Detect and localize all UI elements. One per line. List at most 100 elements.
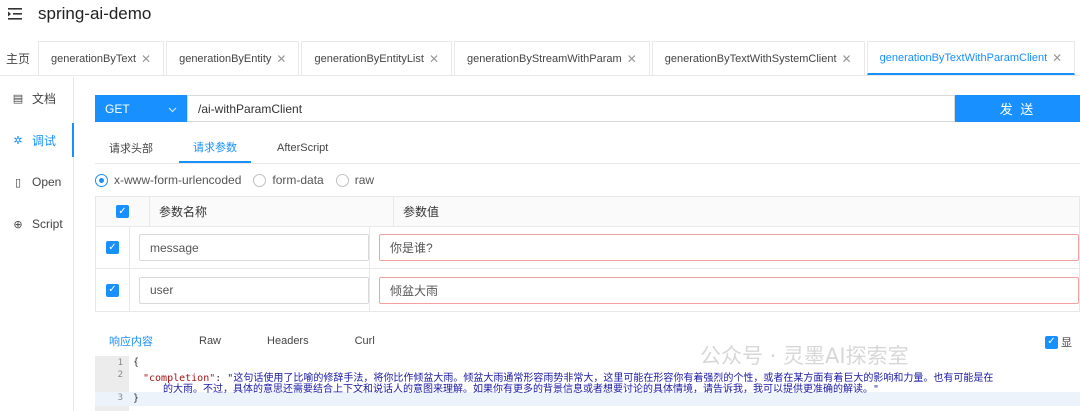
table-row: ✓ message 你是谁? xyxy=(96,227,1079,269)
close-icon[interactable]: ✕ xyxy=(141,52,151,66)
name-cell: user xyxy=(130,269,370,311)
url-input[interactable]: /ai-withParamClient xyxy=(187,95,955,122)
tab-label: 响应内容 xyxy=(109,336,153,348)
close-icon[interactable]: ✕ xyxy=(429,52,439,66)
request-tabs: 请求头部 请求参数 AfterScript xyxy=(95,132,1080,164)
code-line-3: } xyxy=(133,393,140,404)
request-panel: GET /ai-withParamClient 发 送 请求头部 请求参数 Af… xyxy=(95,95,1080,312)
tab-label: AfterScript xyxy=(277,141,329,154)
header-cell: 参数值 xyxy=(394,197,1079,226)
top-bar: spring-ai-demo xyxy=(0,0,1080,28)
body-type-radio-group: x-www-form-urlencoded form-data raw xyxy=(95,167,1080,193)
row-checkbox[interactable]: ✓ xyxy=(106,283,119,297)
tab-home[interactable]: 主页 xyxy=(0,41,37,75)
response-editor[interactable]: 1 2 3 { "completion": "这句话使用了比喻的修辞手法，将你比… xyxy=(95,356,1080,411)
response-option-checkbox[interactable]: ✓ xyxy=(1045,335,1058,349)
menu-collapse-icon[interactable] xyxy=(0,8,30,20)
url-bar: GET /ai-withParamClient 发 送 xyxy=(95,95,1080,122)
chevron-down-icon xyxy=(168,102,177,116)
app-title: spring-ai-demo xyxy=(38,4,152,23)
tab-generation-by-text-with-system-client[interactable]: generationByTextWithSystemClient ✕ xyxy=(651,41,865,75)
param-value-text: 倾盆大雨 xyxy=(390,283,439,298)
column-header-name: 参数名称 xyxy=(159,205,208,219)
tab-response-content[interactable]: 响应内容 xyxy=(95,328,167,354)
tab-generation-by-text-with-param-client[interactable]: generationByTextWithParamClient ✕ xyxy=(866,41,1076,75)
sidebar: ▤ 文档 ✲ 调试 ▯ Open ⊕ Script xyxy=(0,77,74,411)
sidebar-item-debug[interactable]: ✲ 调试 xyxy=(0,119,74,161)
tab-label: 请求头部 xyxy=(109,142,153,155)
tab-request-headers[interactable]: 请求头部 xyxy=(95,132,167,163)
tab-label: 请求参数 xyxy=(193,141,237,154)
close-icon[interactable]: ✕ xyxy=(276,52,286,66)
radio-dot xyxy=(95,173,108,187)
param-name-input[interactable]: user xyxy=(139,276,369,304)
radio-raw[interactable]: raw xyxy=(335,173,374,187)
response-option-toggle[interactable]: ✓ 显 xyxy=(1045,334,1072,350)
radio-x-www-form-urlencoded[interactable]: x-www-form-urlencoded xyxy=(95,173,241,187)
line-number: 3 xyxy=(117,393,123,403)
select-all-checkbox[interactable]: ✓ xyxy=(116,205,129,218)
column-header-value: 参数值 xyxy=(403,205,440,219)
response-tabs: 响应内容 Raw Headers Curl ✓ 显 xyxy=(95,328,1080,354)
close-icon[interactable]: ✕ xyxy=(627,52,637,66)
value-cell: 你是谁? xyxy=(370,227,1079,268)
header-cell: 参数名称 xyxy=(150,197,394,226)
radio-label: x-www-form-urlencoded xyxy=(114,173,242,187)
tab-raw[interactable]: Raw xyxy=(185,328,235,354)
line-number: 1 xyxy=(117,358,123,368)
tab-label: generationByTextWithSystemClient xyxy=(664,52,837,65)
tab-label: generationByStreamWithParam xyxy=(467,52,622,65)
sidebar-item-open[interactable]: ▯ Open xyxy=(0,161,73,203)
sidebar-item-label: 文档 xyxy=(32,91,57,106)
tab-generation-by-stream-with-param[interactable]: generationByStreamWithParam ✕ xyxy=(454,41,650,75)
close-icon[interactable]: ✕ xyxy=(1052,51,1062,65)
tab-label: generationByEntity xyxy=(179,52,272,65)
sidebar-item-docs[interactable]: ▤ 文档 xyxy=(0,77,73,119)
row-check-cell: ✓ xyxy=(96,269,130,311)
tab-request-params[interactable]: 请求参数 xyxy=(179,132,251,163)
send-button[interactable]: 发 送 xyxy=(955,95,1080,122)
doc-icon: ▤ xyxy=(12,92,24,105)
line-number: 2 xyxy=(117,370,123,380)
param-value-text: 你是谁? xyxy=(390,241,433,255)
param-value-input[interactable]: 倾盆大雨 xyxy=(379,276,1079,304)
tab-curl[interactable]: Curl xyxy=(341,328,389,354)
sidebar-item-label: 调试 xyxy=(32,133,57,148)
param-name-value: message xyxy=(150,240,199,255)
select-all-cell: ✓ xyxy=(96,197,150,226)
tab-headers[interactable]: Headers xyxy=(253,328,323,354)
tab-bar: 主页 generationByText ✕ generationByEntity ✕… xyxy=(0,40,1080,76)
param-name-value: user xyxy=(150,283,174,297)
watermark: 公众号 · 灵墨AI探索室 xyxy=(700,344,909,368)
method-select[interactable]: GET xyxy=(95,95,187,122)
param-value-input[interactable]: 你是谁? xyxy=(379,234,1079,261)
radio-form-data[interactable]: form-data xyxy=(253,173,324,187)
code-line-1: { xyxy=(133,357,140,368)
tab-label: generationByEntityList xyxy=(314,52,424,65)
param-name-input[interactable]: message xyxy=(139,234,369,261)
params-table: ✓ 参数名称 参数值 ✓ message 你是谁? ✓ user 倾盆大雨 xyxy=(95,196,1080,312)
sidebar-item-script[interactable]: ⊕ Script xyxy=(0,203,73,245)
tab-after-script[interactable]: AfterScript xyxy=(263,132,342,163)
tab-label: 主页 xyxy=(6,51,31,66)
tab-label: Curl xyxy=(354,335,375,347)
tab-generation-by-text[interactable]: generationByText ✕ xyxy=(38,41,165,75)
script-icon: ⊕ xyxy=(13,218,23,231)
method-value: GET xyxy=(105,101,130,116)
tab-label: generationByTextWithParamClient xyxy=(879,51,1048,64)
tab-label: Headers xyxy=(267,335,309,347)
tab-generation-by-entity-list[interactable]: generationByEntityList ✕ xyxy=(301,41,452,75)
tab-label: Raw xyxy=(199,335,222,347)
tab-generation-by-entity[interactable]: generationByEntity ✕ xyxy=(166,41,300,75)
url-value: /ai-withParamClient xyxy=(198,101,303,116)
row-checkbox[interactable]: ✓ xyxy=(106,241,119,254)
sidebar-item-label: Open xyxy=(32,175,62,189)
table-row: ✓ user 倾盆大雨 xyxy=(96,269,1079,311)
sidebar-item-label: Script xyxy=(32,217,63,231)
send-label: 发 送 xyxy=(999,102,1036,117)
name-cell: message xyxy=(130,227,370,268)
close-icon[interactable]: ✕ xyxy=(842,52,852,66)
code-line-2-continued: 的大雨。不过，具体的意思还需要结合上下文和说话人的意图来理解。如果你有更多的背景… xyxy=(163,384,880,395)
debug-icon: ✲ xyxy=(13,134,23,147)
tab-label: generationByText xyxy=(51,52,137,65)
